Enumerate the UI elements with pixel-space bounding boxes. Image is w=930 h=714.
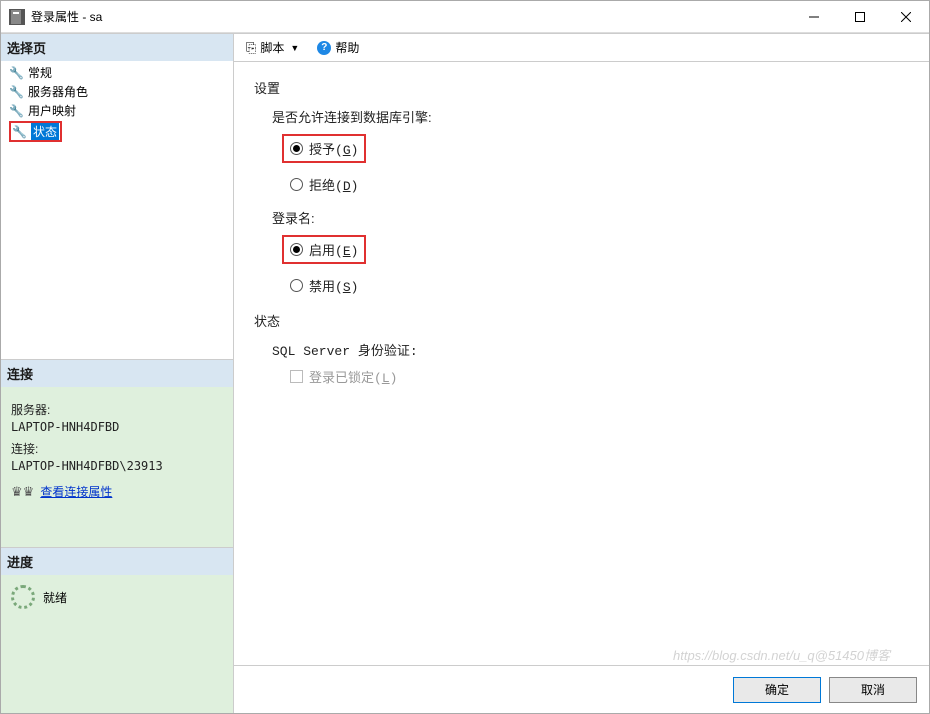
script-icon: ⎘ xyxy=(246,40,256,56)
sql-auth-label: SQL Server 身份验证: xyxy=(272,340,909,359)
nav-item-general[interactable]: 🔧 常规 xyxy=(5,63,229,82)
status-label: 状态 xyxy=(254,311,909,330)
ready-icon xyxy=(11,585,35,609)
toolbar: ⎘ 脚本 ▼ ? 帮助 xyxy=(234,34,929,62)
highlight-box: 🔧 状态 xyxy=(9,121,62,142)
close-button[interactable] xyxy=(883,1,929,32)
titlebar: 登录属性 - sa xyxy=(1,1,929,33)
connection-header: 连接 xyxy=(1,360,233,387)
grant-label: 授予(G) xyxy=(309,139,358,158)
conn-value: LAPTOP-HNH4DFBD\23913 xyxy=(11,459,223,473)
left-panel: 选择页 🔧 常规 🔧 服务器角色 🔧 用户映射 🔧 状态 xyxy=(1,34,233,713)
maximize-button[interactable] xyxy=(837,1,883,32)
script-button[interactable]: ⎘ 脚本 ▼ xyxy=(242,37,303,58)
permission-label: 是否允许连接到数据库引擎: xyxy=(272,107,909,126)
locked-label: 登录已锁定(L) xyxy=(309,367,397,386)
disable-radio[interactable] xyxy=(290,279,303,292)
server-label: 服务器: xyxy=(11,401,223,418)
ok-button[interactable]: 确定 xyxy=(733,677,821,703)
settings-label: 设置 xyxy=(254,78,909,97)
dialog-window: 登录属性 - sa 选择页 🔧 常规 🔧 服务器角色 🔧 用户映射 xyxy=(0,0,930,714)
grant-radio[interactable] xyxy=(290,142,303,155)
wrench-icon: 🔧 xyxy=(9,85,24,99)
enable-radio[interactable] xyxy=(290,243,303,256)
nav-list: 🔧 常规 🔧 服务器角色 🔧 用户映射 🔧 状态 xyxy=(1,61,233,359)
app-icon xyxy=(9,9,25,25)
view-connection-properties[interactable]: ♛♛ 查看连接属性 xyxy=(11,483,223,500)
minimize-button[interactable] xyxy=(791,1,837,32)
body: 选择页 🔧 常规 🔧 服务器角色 🔧 用户映射 🔧 状态 xyxy=(1,33,929,713)
nav-label: 服务器角色 xyxy=(28,83,88,100)
server-value: LAPTOP-HNH4DFBD xyxy=(11,420,223,434)
select-page-header: 选择页 xyxy=(1,34,233,61)
content: 设置 是否允许连接到数据库引擎: 授予(G) 拒绝(D) xyxy=(234,62,929,665)
chevron-down-icon: ▼ xyxy=(290,43,299,53)
locked-checkbox xyxy=(290,370,303,383)
right-panel: ⎘ 脚本 ▼ ? 帮助 设置 是否允许连接到数据库引擎: 授予(G) xyxy=(233,34,929,713)
progress-header: 进度 xyxy=(1,548,233,575)
disable-label: 禁用(S) xyxy=(309,276,358,295)
locked-checkbox-row: 登录已锁定(L) xyxy=(290,367,909,386)
grant-radio-row[interactable]: 授予(G) xyxy=(282,134,366,163)
progress-section: 进度 就绪 xyxy=(1,547,233,713)
login-label: 登录名: xyxy=(272,208,909,227)
wrench-icon: 🔧 xyxy=(12,125,27,139)
help-icon: ? xyxy=(317,41,331,55)
wrench-icon: 🔧 xyxy=(9,104,24,118)
window-title: 登录属性 - sa xyxy=(31,8,791,25)
enable-label: 启用(E) xyxy=(309,240,358,259)
nav-label: 常规 xyxy=(28,64,52,81)
nav-label: 用户映射 xyxy=(28,102,76,119)
nav-label: 状态 xyxy=(31,123,59,140)
footer: 确定 取消 xyxy=(234,665,929,713)
script-label: 脚本 xyxy=(260,39,284,56)
cancel-button[interactable]: 取消 xyxy=(829,677,917,703)
enable-radio-row[interactable]: 启用(E) xyxy=(282,235,366,264)
conn-label: 连接: xyxy=(11,440,223,457)
deny-label: 拒绝(D) xyxy=(309,175,358,194)
view-conn-link[interactable]: 查看连接属性 xyxy=(40,483,112,500)
nav-item-status[interactable]: 🔧 状态 xyxy=(5,120,229,143)
deny-radio-row[interactable]: 拒绝(D) xyxy=(290,175,909,194)
progress-status: 就绪 xyxy=(43,589,67,606)
nav-item-server-roles[interactable]: 🔧 服务器角色 xyxy=(5,82,229,101)
help-label: 帮助 xyxy=(335,39,359,56)
disable-radio-row[interactable]: 禁用(S) xyxy=(290,276,909,295)
wrench-icon: 🔧 xyxy=(9,66,24,80)
window-controls xyxy=(791,1,929,32)
connection-section: 连接 服务器: LAPTOP-HNH4DFBD 连接: LAPTOP-HNH4D… xyxy=(1,359,233,547)
deny-radio[interactable] xyxy=(290,178,303,191)
properties-icon: ♛♛ xyxy=(11,484,34,500)
help-button[interactable]: ? 帮助 xyxy=(307,37,363,58)
nav-item-user-mapping[interactable]: 🔧 用户映射 xyxy=(5,101,229,120)
